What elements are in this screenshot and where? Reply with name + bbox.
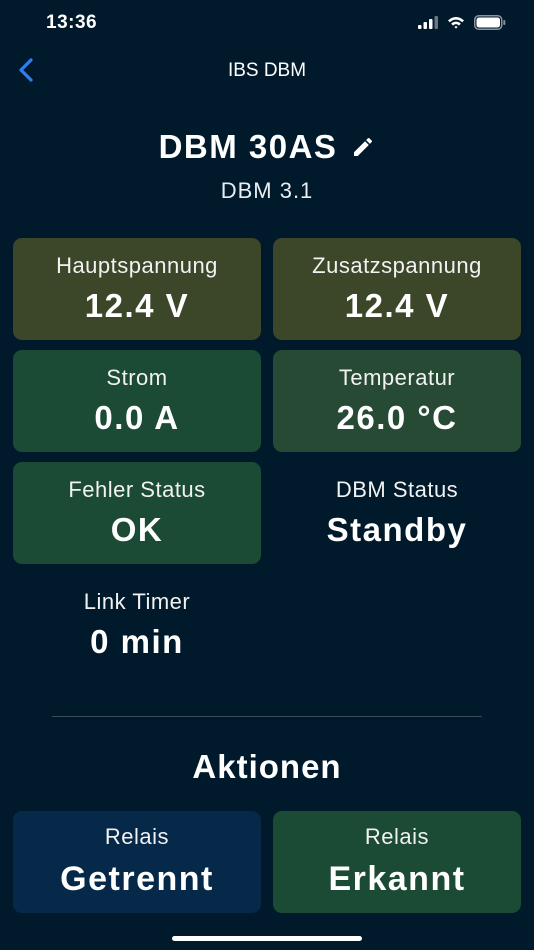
home-indicator[interactable] <box>172 936 362 941</box>
current-tile: Strom 0.0 A <box>13 350 261 452</box>
current-value: 0.0 A <box>94 399 180 436</box>
relay-detected-value: Erkannt <box>328 860 466 898</box>
signal-icon <box>418 16 438 29</box>
link-timer-tile: Link Timer 0 min <box>13 574 261 676</box>
device-name-row: DBM 30AS <box>159 128 376 166</box>
device-header: DBM 30AS DBM 3.1 <box>0 128 534 204</box>
temperature-label: Temperatur <box>338 365 456 390</box>
relay-detected-button[interactable]: Relais Erkannt <box>273 811 521 913</box>
edit-pencil-icon[interactable] <box>351 135 375 159</box>
link-timer-label: Link Timer <box>83 589 191 614</box>
main-voltage-value: 12.4 V <box>84 287 190 324</box>
device-model: DBM 3.1 <box>220 178 314 203</box>
actions-title: Aktionen <box>192 748 342 785</box>
error-status-tile: Fehler Status OK <box>13 462 261 564</box>
temperature-tile: Temperatur 26.0 °C <box>273 350 521 452</box>
relay-disconnected-button[interactable]: Relais Getrennt <box>13 811 261 913</box>
main-voltage-tile: Hauptspannung 12.4 V <box>13 238 261 340</box>
aux-voltage-value: 12.4 V <box>344 287 450 324</box>
battery-icon <box>474 15 506 30</box>
relay-detected-label: Relais <box>364 824 430 849</box>
relay-disconnected-label: Relais <box>104 824 170 849</box>
navigation-bar: IBS DBM <box>0 52 534 88</box>
status-icons <box>418 15 506 30</box>
status-time: 13:36 <box>46 12 98 33</box>
error-status-value: OK <box>110 511 164 548</box>
dbm-status-tile: DBM Status Standby <box>273 462 521 564</box>
link-timer-value: 0 min <box>90 623 184 660</box>
error-status-label: Fehler Status <box>68 477 206 502</box>
dbm-status-label: DBM Status <box>335 477 459 502</box>
section-divider <box>52 716 482 717</box>
dbm-status-value: Standby <box>326 511 468 548</box>
status-bar: 13:36 <box>0 0 534 48</box>
aux-voltage-label: Zusatzspannung <box>312 253 482 278</box>
wifi-icon <box>448 17 464 29</box>
device-name: DBM 30AS <box>158 128 338 165</box>
main-voltage-label: Hauptspannung <box>56 253 218 278</box>
relay-disconnected-value: Getrennt <box>60 860 214 898</box>
temperature-value: 26.0 °C <box>336 399 458 436</box>
aux-voltage-tile: Zusatzspannung 12.4 V <box>273 238 521 340</box>
current-label: Strom <box>106 365 168 390</box>
nav-title: IBS DBM <box>227 60 307 81</box>
